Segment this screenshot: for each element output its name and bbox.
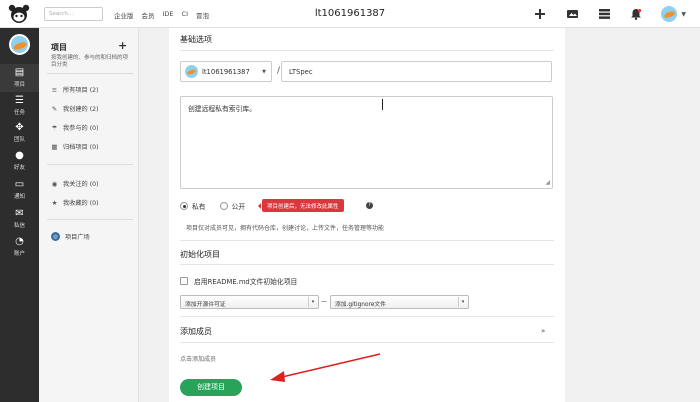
- mail-icon: ✉: [15, 208, 24, 219]
- gitignore-select[interactable]: 添加.gitignore文件 ▾: [330, 295, 469, 309]
- sidebar-title: 项目: [51, 43, 67, 52]
- rail-item-messages[interactable]: ✉ 私信: [0, 205, 39, 233]
- sidebar-item-starred[interactable]: ★ 我收藏的 (0): [51, 198, 99, 208]
- divider: [180, 50, 554, 51]
- nav-ide[interactable]: IDE: [163, 10, 174, 20]
- add-member-link[interactable]: 点击添加成员: [180, 354, 216, 363]
- star-icon: ★: [51, 198, 58, 207]
- primary-nav-rail: ▤ 项目 ☰ 任务 ✥ 团队 ● 好友 ▭ 通知 ✉ 私信 ◔ 账户: [0, 28, 39, 402]
- task-icon: ☰: [15, 95, 24, 106]
- owner-select[interactable]: lt1061961387 ▼: [180, 61, 272, 82]
- divider: [180, 264, 554, 265]
- path-separator: /: [277, 66, 281, 76]
- nav-enterprise[interactable]: 企业版: [114, 10, 134, 20]
- divider: [180, 240, 554, 241]
- sidebar-item-plaza[interactable]: ◎ 项目广场: [51, 232, 90, 241]
- license-select[interactable]: 添加开源许可证 ▾: [180, 295, 319, 309]
- sidebar-item-watched[interactable]: ◉ 我关注的 (0): [51, 179, 99, 189]
- sidebar-item-joined[interactable]: ☂ 我参与的 (0): [51, 123, 99, 133]
- basic-options-title: 基础选项: [180, 35, 212, 44]
- resize-handle-icon[interactable]: ◢: [545, 180, 550, 186]
- rail-item-account[interactable]: ◔ 账户: [0, 233, 39, 261]
- sidebar-item-archived[interactable]: ▦ 归档项目 (0): [51, 142, 98, 152]
- image-folder-icon[interactable]: [565, 7, 579, 21]
- collapse-chevron-icon[interactable]: »: [541, 327, 545, 335]
- rail-item-notifications[interactable]: ▭ 通知: [0, 176, 39, 204]
- inbox-icon: ▭: [14, 179, 25, 190]
- sidebar-item-created[interactable]: ✎ 我创建的 (2): [51, 104, 99, 114]
- rail-item-tasks[interactable]: ☰ 任务: [0, 92, 39, 120]
- rail-avatar[interactable]: [9, 34, 30, 55]
- umbrella-icon: ☂: [51, 123, 58, 132]
- edit-icon: ✎: [51, 104, 58, 113]
- nav-bubble[interactable]: 冒泡: [196, 10, 209, 20]
- divider: [180, 316, 554, 317]
- create-project-button[interactable]: 创建项目: [180, 379, 242, 396]
- init-title: 初始化项目: [180, 250, 220, 259]
- divider: [47, 73, 133, 74]
- chevron-down-icon: ▼: [262, 69, 266, 75]
- team-icon: ✥: [15, 122, 24, 133]
- server-icon[interactable]: [597, 7, 611, 21]
- owner-avatar: [185, 65, 198, 78]
- bell-icon[interactable]: [629, 7, 643, 21]
- public-radio[interactable]: [219, 202, 228, 210]
- coding-logo-icon[interactable]: [8, 4, 30, 24]
- top-actions: ▼: [533, 6, 686, 22]
- visibility-options: 私有 公开: [180, 201, 245, 211]
- rail-item-team[interactable]: ✥ 团队: [0, 119, 39, 147]
- rail-item-projects[interactable]: ▤ 项目: [0, 64, 39, 92]
- nav-member[interactable]: 会员: [142, 10, 155, 20]
- eye-icon: ◉: [51, 179, 58, 188]
- project-sidebar: 项目 + 按我创建的、参与的和归档的项目分类 ≡ 所有项目 (2) ✎ 我创建的 (…: [39, 28, 139, 402]
- select-arrow-icon: ▾: [308, 297, 317, 307]
- list-icon: ≡: [51, 85, 58, 94]
- visibility-tooltip: 项目创建后，无法修改此属性: [258, 199, 344, 212]
- user-avatar[interactable]: [661, 6, 678, 22]
- friend-icon: ●: [15, 150, 24, 161]
- dashboard-icon: ◔: [15, 236, 24, 247]
- description-textarea[interactable]: 创建远程私有索引库。 ◢: [180, 96, 553, 189]
- divider: [47, 219, 133, 220]
- top-bar: Search... 企业版 会员 IDE CI 冒泡 lt1061961387 …: [0, 0, 700, 28]
- private-radio[interactable]: [180, 202, 188, 210]
- visibility-note: 项目仅对成员可见，拥有代码仓库，创建讨论，上传文件，任务管理等功能: [186, 225, 385, 232]
- chevron-down-icon[interactable]: ▼: [681, 11, 686, 18]
- search-input[interactable]: Search...: [44, 7, 103, 21]
- create-project-form: 基础选项 lt1061961387 ▼ / LTSpec 创建远程私有索引库。 …: [169, 28, 565, 402]
- sidebar-item-all[interactable]: ≡ 所有项目 (2): [51, 85, 99, 95]
- members-title: 添加成员: [180, 327, 212, 336]
- help-icon[interactable]: ?: [366, 202, 373, 209]
- top-nav: 企业版 会员 IDE CI 冒泡: [114, 10, 209, 20]
- select-separator: —: [321, 298, 327, 305]
- nav-ci[interactable]: CI: [182, 10, 188, 20]
- divider: [47, 164, 133, 165]
- archive-icon: ▦: [51, 142, 58, 151]
- add-project-plus-icon[interactable]: +: [118, 39, 127, 52]
- select-arrow-icon: ▾: [458, 297, 467, 307]
- readme-option: 启用README.md文件初始化项目: [180, 276, 297, 286]
- project-name-input[interactable]: LTSpec: [281, 61, 552, 82]
- rail-item-friends[interactable]: ● 好友: [0, 147, 39, 175]
- plus-icon[interactable]: [533, 7, 547, 21]
- sidebar-description: 按我创建的、参与的和归档的项目分类: [51, 55, 129, 68]
- plaza-icon: ◎: [51, 232, 60, 241]
- text-cursor: [382, 99, 383, 110]
- readme-checkbox[interactable]: [180, 277, 188, 285]
- project-icon: ▤: [14, 67, 25, 78]
- divider: [180, 342, 554, 343]
